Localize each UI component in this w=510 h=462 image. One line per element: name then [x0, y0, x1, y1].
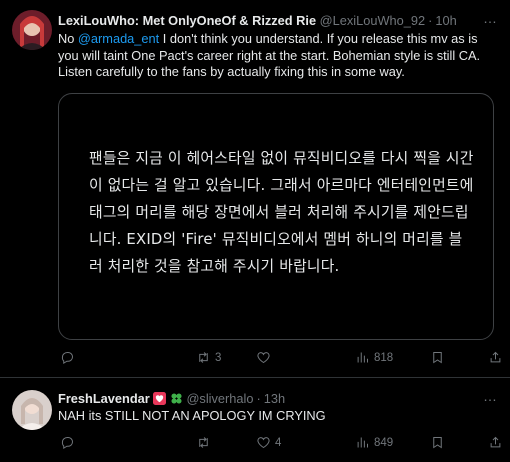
- tweet-text: NAH its STILL NOT AN APOLOGY IM CRYING: [58, 408, 326, 423]
- bookmark-button[interactable]: [430, 435, 445, 450]
- attached-image[interactable]: 팬들은 지금 이 헤어스타일 없이 뮤직비디오를 다시 찍을 시간이 없다는 걸…: [58, 93, 494, 340]
- retweet-button[interactable]: [196, 435, 215, 450]
- reply-icon: [61, 437, 73, 450]
- bookmark-icon: [433, 437, 442, 449]
- views-count: 818: [374, 351, 394, 364]
- views-count: 849: [374, 436, 394, 449]
- action-bar: 4 849: [58, 435, 503, 453]
- four-leaf-clover-icon: [171, 393, 182, 404]
- retweet-icon: [199, 437, 208, 448]
- views-button[interactable]: 849: [355, 435, 393, 450]
- tweet-header: LexiLouWho: Met OnlyOneOf & Rizzed Rie @…: [58, 13, 457, 28]
- separator-dot: ·: [256, 391, 261, 406]
- like-button[interactable]: [256, 350, 275, 365]
- share-icon: [490, 436, 501, 448]
- share-button[interactable]: [488, 435, 503, 450]
- heart-badge-icon: [153, 392, 167, 405]
- tweet-text: No @armada_ent I don't think you underst…: [58, 31, 500, 81]
- more-options-icon[interactable]: …: [483, 388, 498, 404]
- retweet-button[interactable]: 3: [196, 350, 221, 365]
- user-handle[interactable]: @LexiLouWho_92: [320, 13, 425, 28]
- heart-icon: [257, 352, 270, 364]
- tweet-header: FreshLavendar @sliverhalo · 13h: [58, 391, 285, 406]
- tweet-text-start: No: [58, 31, 78, 46]
- display-name[interactable]: LexiLouWho: Met OnlyOneOf & Rizzed Rie: [58, 13, 316, 28]
- action-bar: 3 818: [58, 350, 503, 368]
- share-icon: [490, 351, 501, 363]
- views-icon: [357, 437, 368, 448]
- views-icon: [357, 352, 368, 363]
- tweet[interactable]: FreshLavendar @sliverhalo · 13h … NAH its …: [0, 378, 510, 462]
- display-name[interactable]: FreshLavendar: [58, 391, 150, 406]
- user-handle[interactable]: @sliverhalo: [186, 391, 253, 406]
- timestamp[interactable]: 10h: [435, 13, 456, 28]
- reply-icon: [61, 352, 73, 365]
- bookmark-icon: [433, 352, 442, 364]
- share-button[interactable]: [488, 350, 503, 365]
- like-button[interactable]: 4: [256, 435, 281, 450]
- reply-button[interactable]: [60, 350, 75, 365]
- reply-button[interactable]: [60, 435, 75, 450]
- views-button[interactable]: 818: [355, 350, 393, 365]
- tweet[interactable]: LexiLouWho: Met OnlyOneOf & Rizzed Rie @…: [0, 0, 510, 378]
- more-options-icon[interactable]: …: [483, 10, 498, 26]
- mention-link[interactable]: @armada_ent: [78, 31, 159, 46]
- separator-dot: ·: [428, 13, 433, 28]
- bookmark-button[interactable]: [430, 350, 445, 365]
- retweet-icon: [199, 352, 208, 363]
- retweet-count: 3: [215, 351, 222, 364]
- avatar[interactable]: [12, 10, 52, 50]
- heart-icon: [257, 437, 270, 449]
- image-text: 팬들은 지금 이 헤어스타일 없이 뮤직비디오를 다시 찍을 시간이 없다는 걸…: [89, 150, 474, 275]
- like-count: 4: [275, 436, 282, 449]
- avatar[interactable]: [12, 390, 52, 430]
- timestamp[interactable]: 13h: [264, 391, 285, 406]
